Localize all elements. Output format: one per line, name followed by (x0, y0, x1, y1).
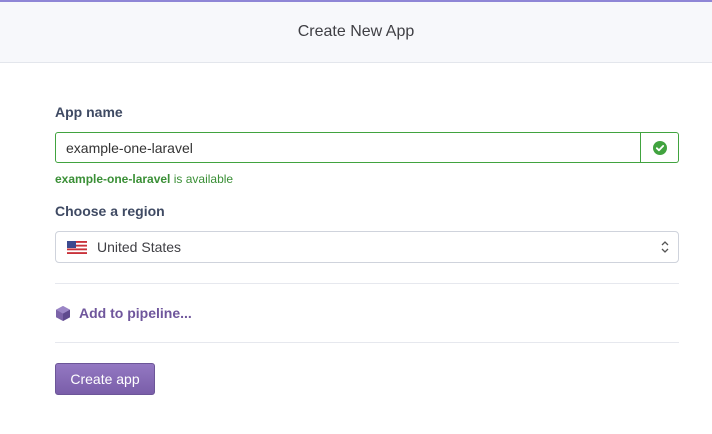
validation-indicator (641, 132, 679, 163)
app-name-input[interactable] (55, 132, 641, 163)
page-title: Create New App (297, 23, 415, 40)
available-app-name: example-one-laravel (55, 172, 171, 186)
us-flag-icon (67, 240, 87, 254)
divider (55, 342, 679, 343)
updown-chevron-icon (661, 241, 669, 253)
create-app-button[interactable]: Create app (55, 363, 155, 395)
availability-message: example-one-laravel is available (55, 172, 233, 186)
app-name-label: App name (55, 104, 123, 120)
check-circle-icon (652, 140, 667, 155)
page-header: Create New App (0, 2, 712, 63)
app-name-field-group (55, 132, 679, 163)
region-selected-value: United States (97, 239, 182, 255)
availability-suffix: is available (170, 172, 234, 186)
region-label: Choose a region (55, 203, 165, 219)
add-to-pipeline-link[interactable]: Add to pipeline... (55, 303, 192, 323)
add-to-pipeline-label: Add to pipeline... (79, 305, 192, 321)
divider (55, 283, 679, 284)
region-select[interactable]: United States (55, 231, 679, 263)
hexagon-icon (56, 305, 70, 321)
